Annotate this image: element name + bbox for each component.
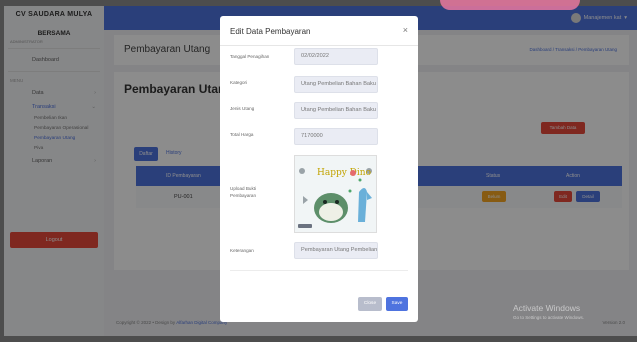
- tanggal-input[interactable]: 02/02/2022: [294, 48, 378, 65]
- activation-watermark: Activate Windows Go to Settings to activ…: [513, 303, 584, 320]
- form-divider: [230, 270, 408, 271]
- kategori-label: Kategori: [230, 80, 248, 85]
- modal-title: Edit Data Pembayaran: [230, 27, 311, 36]
- watermark-title: Activate Windows: [513, 303, 581, 313]
- modal-header-divider: [220, 45, 418, 46]
- image-caption: Happy Dino: [317, 168, 371, 178]
- payment-proof-image[interactable]: Happy Dino: [294, 155, 377, 233]
- payment-proof-illustration: Happy Dino: [295, 156, 376, 232]
- close-button[interactable]: Close: [358, 297, 382, 311]
- keterangan-input[interactable]: Pembayaran Utang Pembelian: [294, 242, 378, 259]
- total-harga-label: Total Harga: [230, 132, 254, 137]
- kategori-input[interactable]: Utang Pembelian Bahan Baku: [294, 76, 378, 93]
- bukti-label-line2: Pembayaran: [230, 193, 257, 198]
- jenis-utang-input[interactable]: Utang Pembelian Bahan Baku: [294, 102, 378, 119]
- bukti-label-line1: Upload Bukti: [230, 186, 257, 191]
- tanggal-label: Tanggal Penagihan: [230, 54, 270, 59]
- save-button[interactable]: Save: [386, 297, 408, 311]
- keterangan-label: Keterangan: [230, 248, 254, 253]
- decorative-shape: [440, 0, 580, 10]
- total-harga-input[interactable]: 7170000: [294, 128, 378, 145]
- jenis-utang-label: Jenis Utang: [230, 106, 255, 111]
- close-icon[interactable]: ×: [403, 25, 408, 35]
- watermark-subtitle: Go to Settings to activate Windows.: [513, 315, 585, 320]
- edit-payment-modal: Edit Data Pembayaran × Tanggal Penagihan…: [220, 16, 418, 322]
